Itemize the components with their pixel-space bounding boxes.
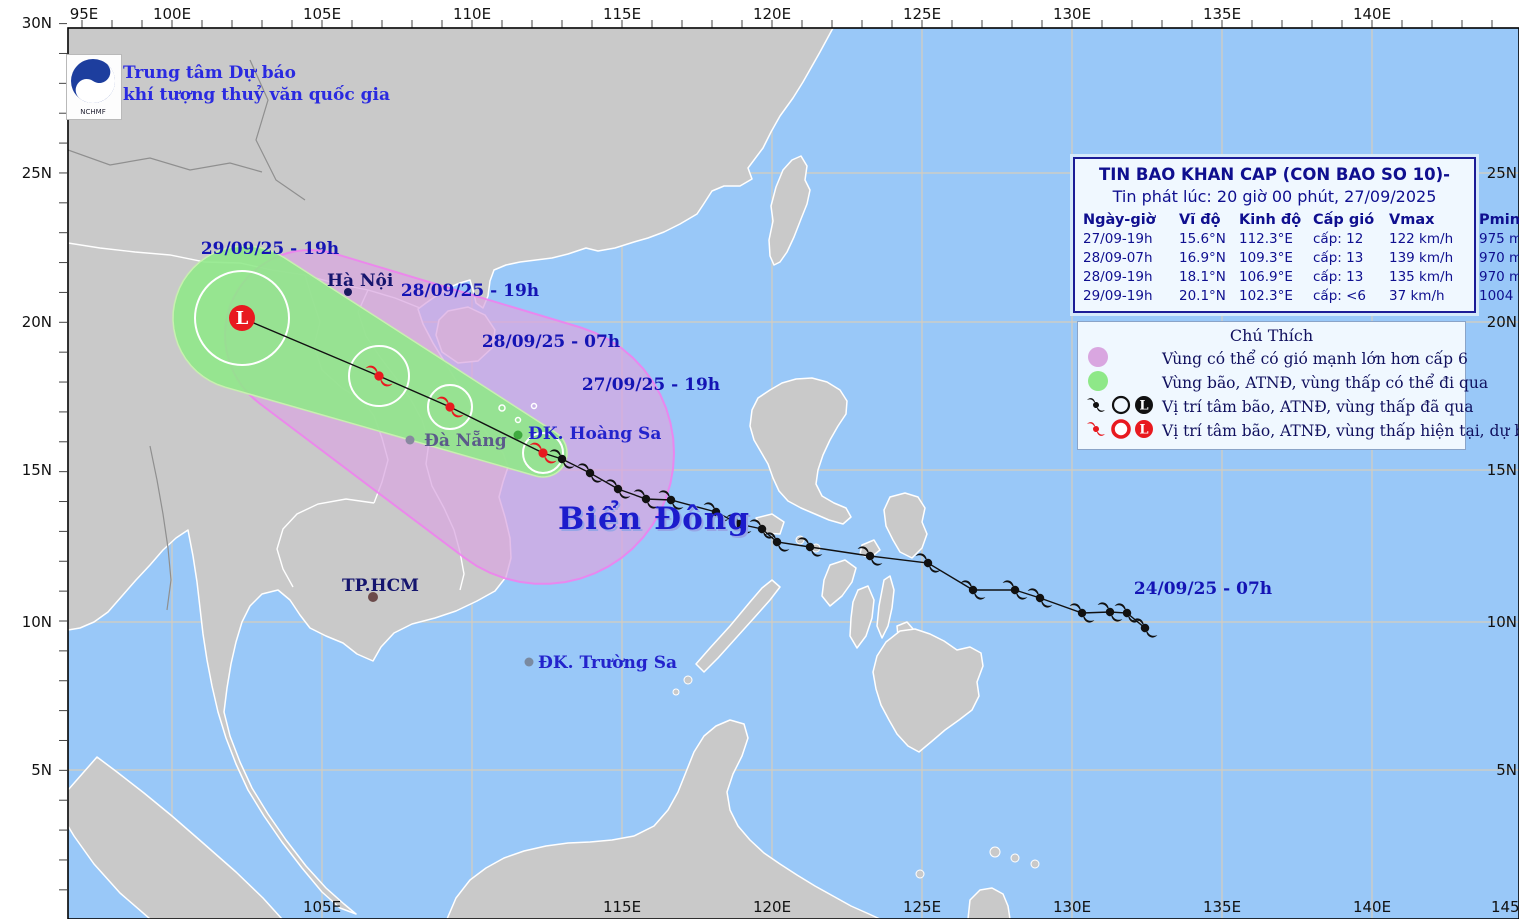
small-island — [1010, 853, 1020, 863]
small-island — [683, 675, 693, 685]
small-island — [915, 869, 925, 879]
small-island — [672, 688, 680, 696]
map-layers: L — [68, 28, 1519, 919]
small-island — [1030, 859, 1040, 869]
small-island — [795, 535, 805, 545]
map-canvas: L — [0, 0, 1519, 919]
svg-text:L: L — [236, 308, 249, 329]
weather-map-page: { "colors": { "water": "#99c8f8", "land"… — [0, 0, 1519, 919]
small-island — [989, 846, 1001, 858]
